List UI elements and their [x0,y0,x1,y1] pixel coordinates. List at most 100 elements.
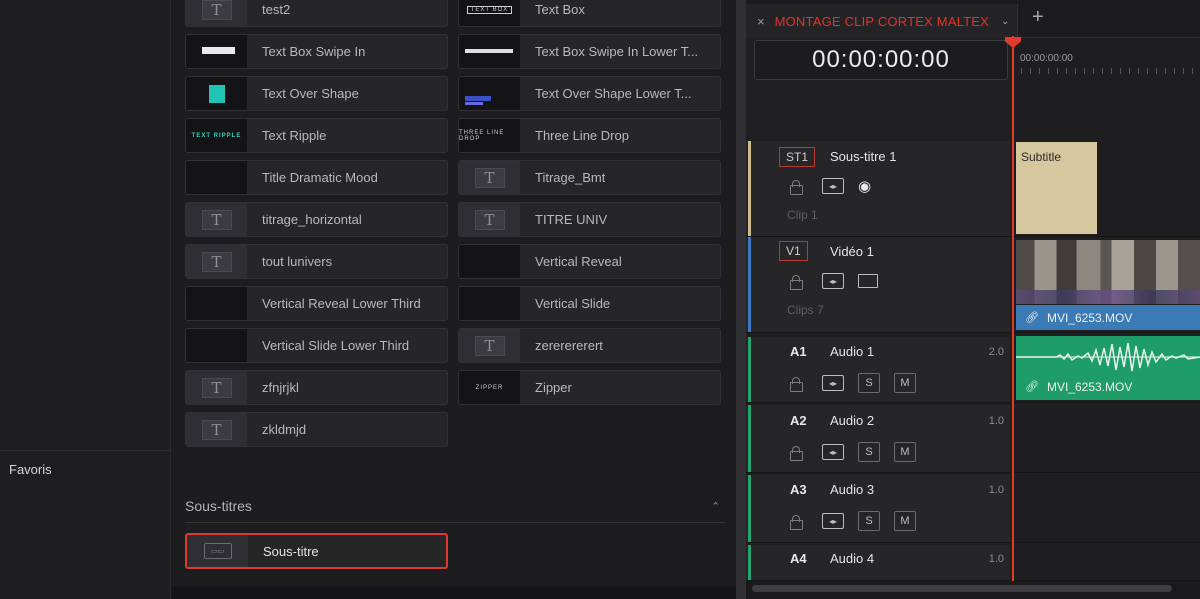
title-thumbnail: ZIPPER [459,371,520,404]
section-title-subtitles[interactable]: Sous-titres [185,498,252,514]
title-template-item[interactable]: Ttest2 [185,0,448,27]
title-template-item[interactable]: Ttitrage_horizontal [185,202,448,237]
track-header-a2[interactable]: A2 Audio 2 1.0 ◂▸ S M [746,405,1010,473]
timeline-panel: × MONTAGE CLIP CORTEX MALTEX ⌄ + 00:00:0… [746,0,1200,599]
title-template-item[interactable]: TEXT BOX Text Box [458,0,721,27]
title-template-item[interactable]: Vertical Slide Lower Third [185,328,448,363]
title-thumbnail [459,77,520,110]
title-template-item[interactable]: Text Over Shape [185,76,448,111]
text-title-icon: T [201,251,232,272]
title-thumbnail [186,35,247,68]
timeline-tab[interactable]: × MONTAGE CLIP CORTEX MALTEX ⌄ [746,4,1018,38]
timeline-ruler[interactable]: 00:00:00:00 [1012,38,1200,140]
title-template-item[interactable]: Vertical Slide [458,286,721,321]
lock-icon[interactable] [790,180,803,195]
solo-button[interactable]: S [858,442,880,462]
timecode-display[interactable]: 00:00:00:00 [754,40,1008,80]
video-clip[interactable]: 🔗︎ MVI_6253.MOV [1016,240,1200,330]
lane-a3[interactable] [1012,475,1200,543]
track-color-bar [748,141,751,236]
track-header-st1[interactable]: ST1 Sous-titre 1 ◂▸ ◉ Clip 1 [746,141,1010,237]
lock-icon[interactable] [790,446,803,461]
text-title-icon: T [201,0,232,20]
solo-button[interactable]: S [858,511,880,531]
title-template-item[interactable]: Text Box Swipe In [185,34,448,69]
title-template-item[interactable]: Text Box Swipe In Lower T... [458,34,721,69]
title-template-label: TITRE UNIV [535,212,608,227]
track-volume: 1.0 [988,553,1004,565]
title-template-item[interactable]: Vertical Reveal [458,244,721,279]
track-name[interactable]: Audio 2 [830,413,874,428]
playhead[interactable] [1012,36,1014,581]
chevron-down-icon[interactable]: ⌄ [1001,16,1009,27]
audio-clip-name: MVI_6253.MOV [1046,379,1133,394]
title-thumbnail: TEXT BOX [459,0,520,26]
lane-a4[interactable] [1012,545,1200,581]
title-template-item[interactable]: T Titrage_Bmt [458,160,721,195]
title-template-item[interactable]: Vertical Reveal Lower Third [185,286,448,321]
subtitle-clip[interactable]: Subtitle [1016,142,1097,234]
track-name[interactable]: Vidéo 1 [830,244,874,259]
title-thumbnail: T [459,203,520,236]
mute-button[interactable]: M [894,442,916,462]
audio-clip[interactable]: 🔗︎ MVI_6253.MOV [1016,336,1200,400]
track-header-a1[interactable]: A1 Audio 1 2.0 ◂▸ S M [746,337,1010,403]
lock-icon[interactable] [790,377,803,392]
track-name[interactable]: Sous-titre 1 [830,149,896,164]
track-header-a4[interactable]: A4 Audio 4 1.0 [746,545,1010,581]
title-template-item[interactable]: TEXT RIPPLE Text Ripple [185,118,448,153]
track-header-a3[interactable]: A3 Audio 3 1.0 ◂▸ S M [746,475,1010,543]
title-template-item[interactable]: Tzfnjrjkl [185,370,448,405]
destination-icon[interactable]: ◂▸ [822,444,844,460]
title-template-item[interactable]: Tzkldmjd [185,412,448,447]
lane-a2[interactable] [1012,405,1200,473]
ruler-ticks [1012,68,1200,74]
title-template-label: Text Over Shape Lower T... [535,86,692,101]
subtitle-icon: ▭▭ [203,543,232,559]
destination-icon[interactable]: ◂▸ [822,513,844,529]
collapse-chevron-icon[interactable]: ⌃ [711,500,720,513]
add-timeline-icon[interactable]: + [1032,6,1044,29]
lock-icon[interactable] [790,275,803,290]
title-template-item[interactable]: Tzererererert [458,328,721,363]
track-name[interactable]: Audio 4 [830,551,874,566]
thumbnail-text: ZIPPER [475,384,504,391]
ruler-timecode: 00:00:00:00 [1020,53,1073,64]
title-thumbnail [459,287,520,320]
sidebar-item-favorites[interactable]: Favoris [9,462,52,477]
track-header-v1[interactable]: V1 Vidéo 1 ◂▸ Clips 7 [746,237,1010,333]
title-thumbnail [186,77,247,110]
track-name[interactable]: Audio 3 [830,482,874,497]
thumbnail-bar [202,47,235,54]
subtitle-item[interactable]: ▭▭ Sous-titre [185,533,448,569]
destination-icon[interactable]: ◂▸ [822,375,844,391]
title-template-label: Vertical Reveal Lower Third [262,296,421,311]
title-template-item[interactable]: Text Over Shape Lower T... [458,76,721,111]
mute-button[interactable]: M [894,511,916,531]
solo-button[interactable]: S [858,373,880,393]
monitor-icon[interactable] [858,274,878,288]
destination-icon[interactable]: ◂▸ [822,178,844,194]
sidebar: Favoris [0,0,171,599]
track-clip-count: Clips 7 [787,303,824,317]
scrollbar-thumb[interactable] [752,585,1172,592]
title-template-label: titrage_horizontal [262,212,362,227]
close-icon[interactable]: × [757,14,765,29]
title-template-item[interactable]: Ttout lunivers [185,244,448,279]
track-color-bar [748,237,751,332]
video-clip-name: MVI_6253.MOV [1046,310,1133,325]
mute-button[interactable]: M [894,373,916,393]
title-template-label: Title Dramatic Mood [262,170,378,185]
horizontal-scrollbar[interactable] [746,581,1200,599]
title-template-item[interactable]: THREE LINE DROP Three Line Drop [458,118,721,153]
eye-icon[interactable]: ◉ [858,177,871,195]
title-thumbnail: T [186,413,247,446]
title-template-item[interactable]: ZIPPER Zipper [458,370,721,405]
title-template-item[interactable]: T TITRE UNIV [458,202,721,237]
panel-resize-handle[interactable] [736,0,746,599]
title-thumbnail [186,329,247,362]
lock-icon[interactable] [790,515,803,530]
destination-icon[interactable]: ◂▸ [822,273,844,289]
track-name[interactable]: Audio 1 [830,344,874,359]
title-template-item[interactable]: Title Dramatic Mood [185,160,448,195]
